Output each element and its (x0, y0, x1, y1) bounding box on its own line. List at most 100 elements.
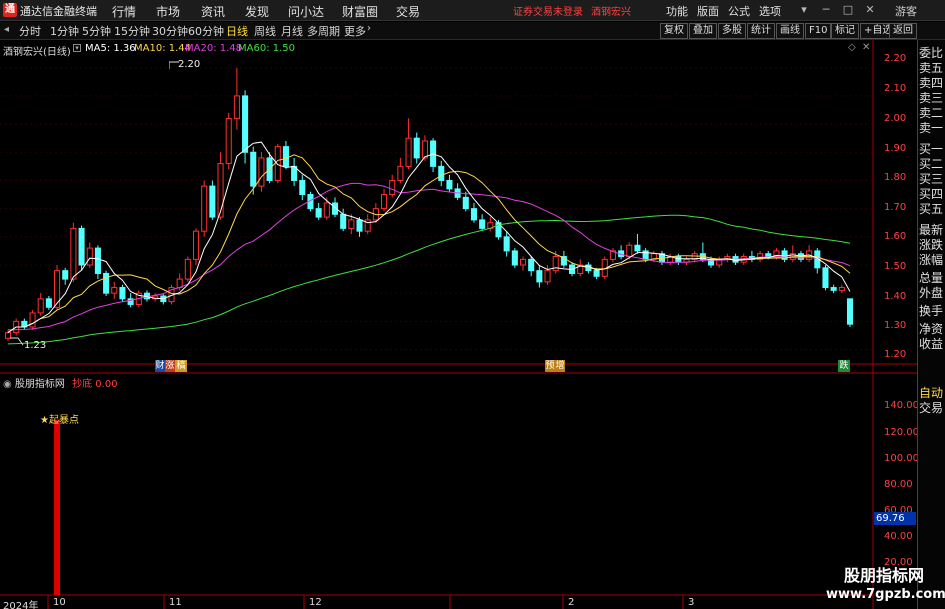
indicator-line-name: 抄底 (72, 379, 93, 390)
chevron-left-icon[interactable]: ◂ (4, 24, 9, 35)
side-item[interactable]: 净资 (917, 322, 945, 337)
statistics-button[interactable]: 统计 (747, 23, 775, 39)
minimize-icon[interactable]: ─ (818, 2, 834, 18)
side-item[interactable]: 买四 (917, 187, 945, 202)
side-item[interactable]: 买五 (917, 202, 945, 217)
menu-layout[interactable]: 版面 (697, 3, 719, 19)
side-item[interactable]: 委比 (917, 46, 945, 61)
side-item[interactable]: 最新 (917, 223, 945, 238)
overlay-button[interactable]: 叠加 (689, 23, 717, 39)
multi-stock-button[interactable]: 多股 (718, 23, 746, 39)
close-icon[interactable]: ✕ (862, 2, 878, 18)
candle-down (822, 267, 829, 289)
f10-button[interactable]: F10 (805, 23, 832, 39)
event-rise-icon[interactable]: 涨 (165, 360, 175, 372)
side-item[interactable]: 卖三 (917, 91, 945, 106)
tab-1min[interactable]: 1分钟 (50, 23, 79, 39)
maximize-icon[interactable]: □ (840, 2, 856, 18)
event-forecast-icon[interactable]: 预 (545, 360, 555, 372)
candle-up (397, 165, 404, 181)
indicator-name[interactable]: 股朋指标网 (15, 379, 65, 390)
side-item[interactable]: 买一 (917, 142, 945, 157)
side-item[interactable]: 外盘 (917, 286, 945, 301)
trade-button[interactable]: 交易 (917, 401, 945, 416)
ma10-line (7, 154, 851, 334)
mark-button[interactable]: 标记 (831, 23, 859, 39)
menu-options[interactable]: 选项 (759, 3, 781, 19)
candle-up (201, 185, 208, 232)
side-item[interactable]: 涨跌 (917, 238, 945, 253)
restore-rights-button[interactable]: 复权 (660, 23, 688, 39)
skin-icon[interactable]: ▾ (796, 2, 812, 18)
side-item[interactable]: 总量 (917, 271, 945, 286)
menu-market[interactable]: 市场 (156, 3, 180, 20)
price-tick: 1.80 (884, 172, 907, 183)
auto-trade-button[interactable]: 自动 (917, 386, 945, 401)
low-marker (10, 337, 24, 346)
tab-multi-period[interactable]: 多周期 (307, 23, 340, 39)
side-item[interactable]: 卖五 (917, 61, 945, 76)
candle-up (258, 157, 265, 187)
candle-down (470, 208, 477, 221)
tab-daily[interactable]: 日线 (226, 23, 248, 39)
side-item[interactable]: 收益 (917, 337, 945, 352)
tab-more[interactable]: 更多 (344, 23, 366, 39)
watermark-title: 股朋指标网 (843, 566, 924, 585)
indicator-toggle-icon[interactable]: ◉ (3, 379, 12, 390)
date-tick: 12 (309, 597, 322, 608)
side-item[interactable]: 卖四 (917, 76, 945, 91)
event-finance-icon[interactable]: 财 (155, 360, 165, 372)
menu-functions[interactable]: 功能 (666, 3, 688, 19)
candle-down (119, 287, 126, 300)
candle-down (242, 95, 249, 153)
app-name: 通达信金融终端 (20, 5, 97, 18)
menu-ask-xiaoda[interactable]: 问小达 (288, 3, 324, 20)
event-increase-icon[interactable]: 增 (555, 360, 565, 372)
menu-news[interactable]: 资讯 (201, 3, 225, 20)
side-item[interactable]: 买三 (917, 172, 945, 187)
candle-down (282, 146, 289, 167)
tab-monthly[interactable]: 月线 (281, 23, 303, 39)
ma20-line (7, 182, 851, 331)
candle-up (405, 137, 412, 167)
menu-discover[interactable]: 发现 (245, 3, 269, 20)
watermark-url: www.7gpzb.com (826, 587, 945, 602)
indicator-tick: 120.00 (884, 427, 919, 438)
side-item[interactable]: 涨幅 (917, 253, 945, 268)
candle-down (438, 165, 445, 181)
back-button[interactable]: 返回 (889, 23, 917, 39)
indicator-legend: ◉ 股朋指标网 抄底 0.00 (3, 375, 118, 390)
tab-30min[interactable]: 30分钟 (152, 23, 188, 39)
candle-down (78, 227, 85, 266)
candle-up (29, 312, 36, 328)
alert-stock-name[interactable]: 酒钢宏兴 (591, 3, 631, 18)
candle-down (511, 250, 518, 266)
side-item[interactable]: 买二 (917, 157, 945, 172)
menu-wealth-circle[interactable]: 财富圈 (342, 3, 378, 20)
candle-up (111, 287, 118, 294)
candle-down (413, 137, 420, 159)
menu-trade[interactable]: 交易 (396, 3, 420, 20)
draw-line-button[interactable]: 画线 (776, 23, 804, 39)
chevron-right-icon[interactable]: › (367, 23, 371, 34)
tab-60min[interactable]: 60分钟 (188, 23, 224, 39)
trade-login-alert[interactable]: 证券交易未登录 (513, 3, 583, 18)
period-toolbar: ◂ 分时 1分钟 5分钟 15分钟 30分钟 60分钟 日线 周线 月线 多周期… (0, 22, 945, 40)
indicator-tick: 140.00 (884, 400, 919, 411)
guest-login[interactable]: 游客 (895, 3, 917, 19)
tab-15min[interactable]: 15分钟 (114, 23, 150, 39)
side-item[interactable]: 换手 (917, 304, 945, 319)
candle-down (299, 179, 306, 196)
candle-up (838, 287, 845, 291)
event-report-icon[interactable]: 稿 (175, 360, 187, 372)
tab-intraday[interactable]: 分时 (19, 23, 41, 39)
candle-up (348, 219, 355, 229)
side-item[interactable]: 卖二 (917, 106, 945, 121)
menu-quotes[interactable]: 行情 (112, 3, 136, 20)
tab-5min[interactable]: 5分钟 (82, 23, 111, 39)
candle-up (389, 179, 396, 196)
tab-weekly[interactable]: 周线 (254, 23, 276, 39)
event-fall-icon[interactable]: 跌 (838, 360, 850, 372)
menu-formula[interactable]: 公式 (728, 3, 750, 19)
side-item[interactable]: 卖一 (917, 121, 945, 136)
